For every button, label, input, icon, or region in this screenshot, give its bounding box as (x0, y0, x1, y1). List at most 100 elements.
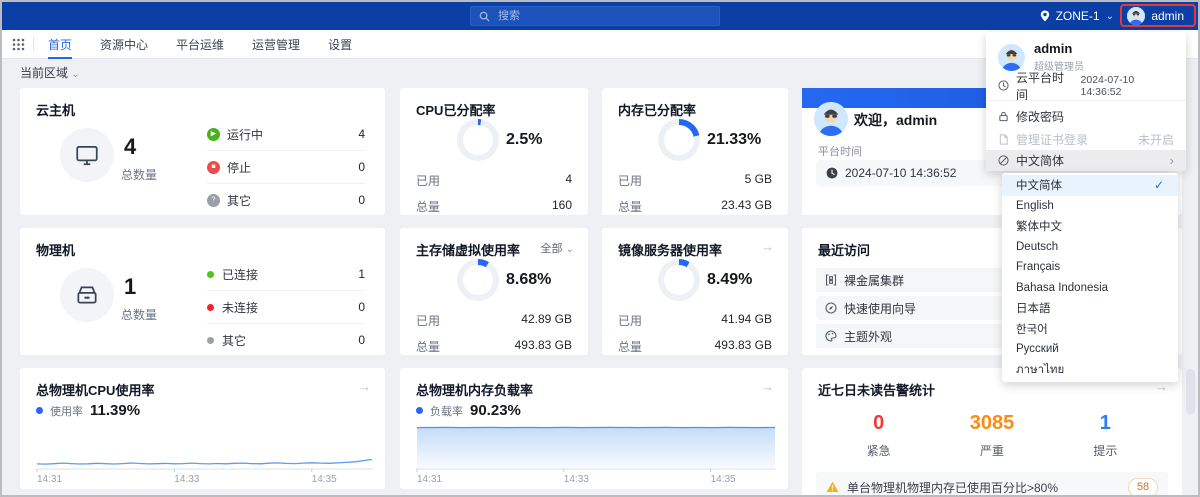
tab-platform-ops[interactable]: 平台运维 (176, 30, 224, 59)
detail-arrow-icon[interactable]: → (358, 379, 371, 394)
used-row: 已用 41.94 GB (618, 312, 772, 328)
avatar (814, 102, 848, 136)
svg-text:14:31: 14:31 (417, 474, 442, 484)
card-title: 内存已分配率 (618, 103, 697, 118)
stat-value: 0 (873, 412, 885, 434)
vm-overview-card: 云主机 4 总数量 ▶ 运行中 4 ■ 停止 0 ? 其它 0 (20, 88, 385, 215)
status-row[interactable]: 其它 0 (207, 324, 365, 356)
recent-item-label: 快速使用向导 (844, 301, 917, 316)
image-server-card: 镜像服务器使用率 → 8.49% 已用 41.94 GB 总量 493.83 GB (602, 228, 788, 355)
memory-donut-chart (658, 119, 700, 161)
language-menu-item[interactable]: 中文简体 › (986, 150, 1186, 171)
tab-home[interactable]: 首页 (48, 30, 73, 59)
stat-critical: 0 紧急 (822, 412, 935, 459)
language-option-id[interactable]: Bahasa Indonesia (1002, 278, 1178, 299)
stat-severe: 3085 严重 (935, 412, 1048, 459)
alarm-stats-row: 0 紧急 3085 严重 1 提示 (822, 412, 1162, 459)
card-title: 物理机 (36, 243, 76, 258)
search-icon (479, 11, 490, 22)
storage-filter-dropdown[interactable]: 全部 ⌄ (541, 240, 574, 256)
language-submenu-panel: 中文简体 ✓ English 繁体中文 Deutsch Français Bah… (1002, 173, 1178, 382)
nav-divider (33, 37, 34, 51)
used-row: 已用 42.89 GB (416, 312, 572, 328)
storage-percent-value: 8.68% (506, 271, 552, 288)
welcome-greeting: 欢迎，admin (854, 112, 938, 128)
status-value: 0 (358, 333, 365, 347)
connected-dot-icon (207, 270, 214, 278)
annotation-highlight-box (1120, 4, 1196, 27)
host-overview-card: 物理机 1 总数量 已连接 1 未连接 0 其它 0 (20, 228, 385, 355)
cert-login-item[interactable]: 管理证书登录 未开启 (986, 128, 1186, 151)
zone-selector-label[interactable]: ZONE-1 (1056, 9, 1100, 23)
svg-text:14:33: 14:33 (174, 474, 199, 484)
change-password-item[interactable]: 修改密码 (986, 105, 1186, 128)
alarm-alert-row[interactable]: 单台物理机物理内存已使用百分比>80% 58 (816, 472, 1168, 495)
status-row[interactable]: 未连接 0 (207, 291, 365, 324)
tab-resource-center[interactable]: 资源中心 (100, 30, 148, 59)
language-option-ja[interactable]: 日本語 (1002, 298, 1178, 319)
language-option-en[interactable]: English (1002, 196, 1178, 217)
primary-storage-donut-chart (457, 259, 499, 301)
chevron-down-icon: ⌄ (71, 69, 80, 80)
host-server-icon (60, 268, 114, 322)
palette-icon (825, 330, 837, 342)
avatar (998, 43, 1025, 71)
running-status-icon: ▶ (207, 127, 220, 141)
language-option-fr[interactable]: Français (1002, 257, 1178, 278)
language-option-zh-cn[interactable]: 中文简体 ✓ (1002, 175, 1178, 196)
status-row[interactable]: ▶ 运行中 4 (207, 118, 365, 151)
chevron-down-icon: ⌄ (565, 244, 574, 255)
language-option-ko[interactable]: 한국어 (1002, 319, 1178, 340)
global-search[interactable] (470, 6, 720, 26)
cpu-usage-line-chart: 14:31 14:33 14:35 (36, 420, 373, 485)
stat-value: 1 (1099, 412, 1111, 434)
cpu-donut-chart (457, 119, 499, 161)
language-option-ru[interactable]: Русский (1002, 339, 1178, 360)
total-row: 总量 160 (416, 198, 572, 214)
scrollbar-thumb[interactable] (1186, 369, 1195, 414)
status-row[interactable]: 已连接 1 (207, 258, 365, 291)
stat-label: 严重 (979, 444, 1004, 458)
current-region-selector[interactable]: 当前区域 ⌄ (20, 64, 80, 81)
tab-operation-mgmt[interactable]: 运营管理 (252, 30, 300, 59)
apps-grid-icon[interactable] (12, 38, 25, 51)
status-row[interactable]: ? 其它 0 (207, 184, 365, 216)
change-password-label: 修改密码 (1016, 110, 1065, 124)
cloud-time-label: 云平台时间 (1016, 70, 1065, 102)
language-option-de[interactable]: Deutsch (1002, 237, 1178, 258)
memory-percent-value: 21.33% (707, 131, 762, 148)
card-title: 最近访问 (818, 243, 871, 258)
clock-icon (826, 167, 838, 179)
other-dot-icon (207, 336, 214, 344)
status-row[interactable]: ■ 停止 0 (207, 151, 365, 184)
other-status-icon: ? (207, 193, 220, 207)
language-current-label: 中文简体 (1016, 154, 1065, 168)
image-percent-value: 8.49% (707, 271, 753, 288)
host-memory-load-chart-card: 总物理机内存负载率 → 负载率 90.23% 14:31 14:33 14:35 (400, 368, 788, 489)
detail-arrow-icon[interactable]: → (761, 239, 774, 254)
tab-settings[interactable]: 设置 (328, 30, 352, 59)
card-title: 近七日未读告警统计 (818, 383, 936, 398)
svg-text:14:35: 14:35 (711, 474, 736, 484)
stopped-status-icon: ■ (207, 160, 220, 174)
detail-arrow-icon[interactable]: → (761, 379, 774, 394)
header-right-group: ZONE-1 ⌄ (1040, 2, 1114, 30)
location-pin-icon (1040, 10, 1050, 22)
legend-label: 使用率 (50, 406, 83, 418)
search-input[interactable] (496, 9, 711, 23)
card-title: 总物理机CPU使用率 (36, 383, 155, 398)
status-value: 0 (358, 193, 365, 207)
chevron-down-icon[interactable]: ⌄ (1106, 11, 1114, 22)
cpu-percent-value: 2.5% (506, 131, 543, 148)
host-cpu-usage-chart-card: 总物理机CPU使用率 → 使用率 11.39% 14:31 14:33 14:35 (20, 368, 385, 489)
language-option-th[interactable]: ภาษาไทย (1002, 360, 1178, 381)
legend-value: 11.39% (90, 402, 141, 419)
check-icon: ✓ (1153, 178, 1164, 193)
vm-total-label: 总数量 (121, 168, 158, 182)
used-row: 已用 4 (416, 172, 572, 188)
language-option-zh-tw[interactable]: 繁体中文 (1002, 216, 1178, 237)
cloud-time-value: 2024-07-10 14:36:52 (1080, 73, 1135, 98)
svg-text:14:35: 14:35 (312, 474, 337, 484)
warning-triangle-icon (826, 481, 839, 493)
app-window: ZONE-1 ⌄ admin 首页 资源中心 平台运维 运营管理 设置 当前区域… (0, 0, 1200, 497)
